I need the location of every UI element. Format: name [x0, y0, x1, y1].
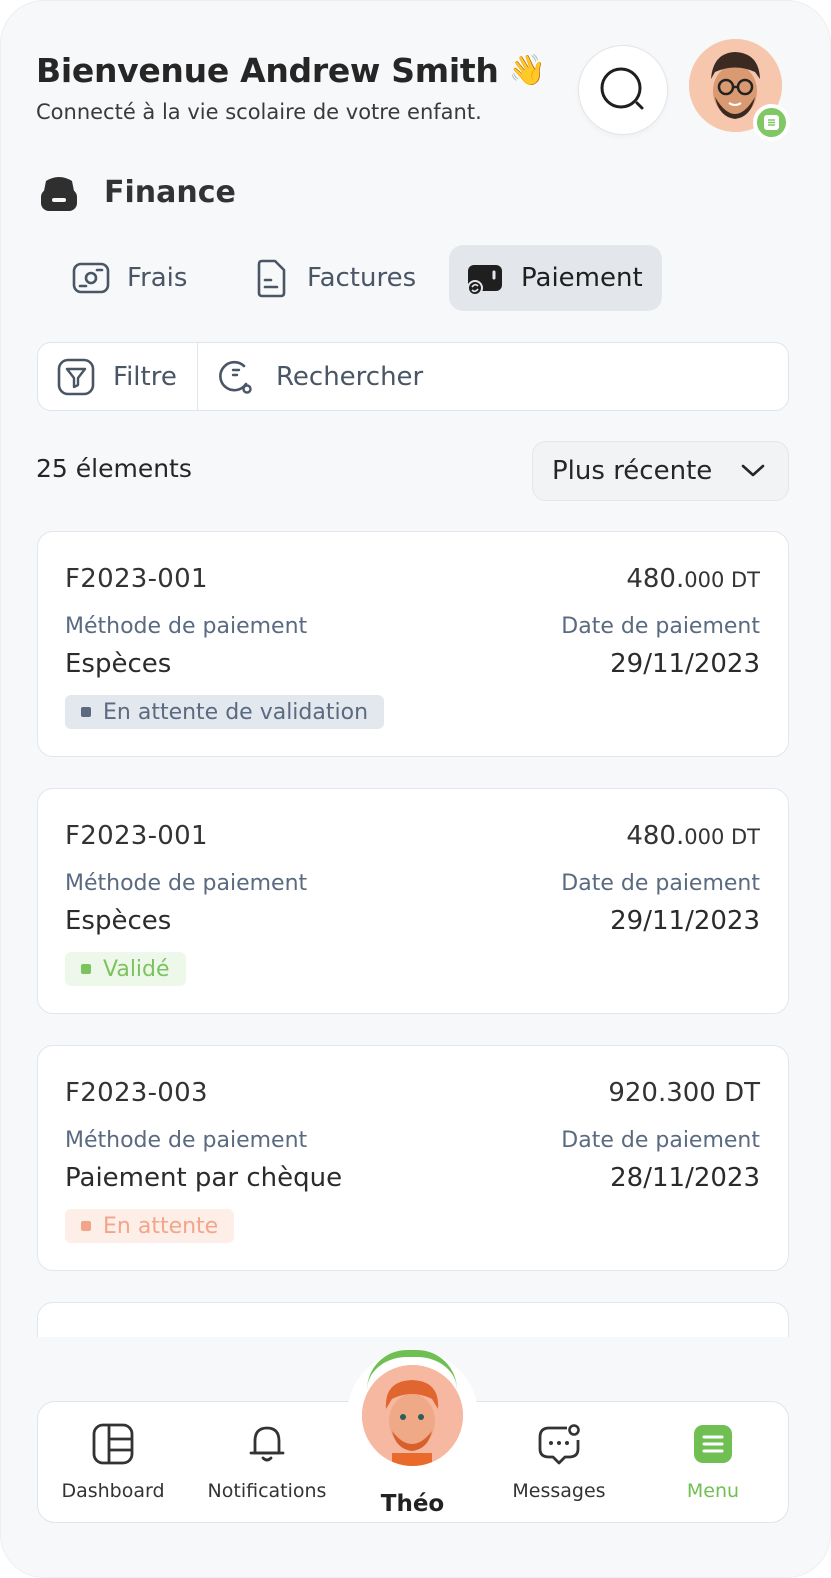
nav-dashboard-label: Dashboard: [61, 1480, 165, 1502]
menu-badge-icon: [753, 104, 790, 141]
search-placeholder: Rechercher: [276, 361, 424, 392]
nav-dashboard[interactable]: Dashboard: [38, 1402, 188, 1524]
greeting-block: Bienvenue Andrew Smith 👋 Connecté à la v…: [36, 51, 546, 124]
payment-card[interactable]: F2023-001 480.000 DT Méthode de paiement…: [37, 531, 789, 757]
status-text: En attente: [103, 1213, 219, 1239]
section-header: Finance: [38, 171, 236, 213]
nav-notifications-label: Notifications: [207, 1480, 327, 1502]
date-label: Date de paiement: [561, 871, 760, 896]
payment-card[interactable]: F2023-001 480.000 DT Méthode de paiement…: [37, 788, 789, 1014]
bell-icon: [249, 1426, 285, 1462]
payment-date: 28/11/2023: [610, 1163, 760, 1193]
app-screen: Bienvenue Andrew Smith 👋 Connecté à la v…: [0, 0, 831, 1578]
payment-method: Espèces: [65, 906, 172, 936]
search-button[interactable]: [578, 45, 668, 135]
search-input[interactable]: Rechercher: [198, 358, 423, 396]
nav-messages-label: Messages: [512, 1480, 606, 1502]
payment-date: 29/11/2023: [610, 906, 760, 936]
payment-amount: 920.300 DT: [608, 1078, 760, 1108]
child-name: Théo: [380, 1491, 445, 1517]
status-text: En attente de validation: [103, 699, 369, 725]
payment-card[interactable]: F2023-003 920.300 DT Méthode de paiement…: [37, 1045, 789, 1271]
status-badge: Validé: [65, 952, 186, 986]
waving-hand-icon: 👋: [508, 53, 546, 88]
payment-ref: F2023-003: [65, 1078, 208, 1108]
greeting-subtitle: Connecté à la vie scolaire de votre enfa…: [36, 100, 482, 124]
status-dot: [81, 707, 91, 717]
menu-icon: [694, 1425, 732, 1463]
items-count: 25 élements: [36, 454, 192, 483]
section-title: Finance: [104, 174, 236, 210]
payment-list: F2023-001 480.000 DT Méthode de paiement…: [37, 531, 789, 1337]
bag-icon: [41, 177, 77, 211]
payment-ref: F2023-001: [65, 821, 208, 851]
nav-notifications[interactable]: Notifications: [192, 1402, 342, 1524]
message-icon: [538, 1424, 580, 1465]
filter-label: Filtre: [113, 361, 177, 392]
payment-ref: F2023-001: [65, 564, 208, 594]
search-refresh-icon: [219, 360, 252, 394]
status-dot: [81, 964, 91, 974]
payment-card-partial[interactable]: [37, 1302, 789, 1337]
filter-button[interactable]: Filtre: [38, 343, 198, 410]
method-label: Méthode de paiement: [65, 1128, 308, 1153]
payment-method: Espèces: [65, 649, 172, 679]
date-label: Date de paiement: [561, 614, 760, 639]
wallet-icon: [72, 262, 110, 294]
tab-frais-label: Frais: [127, 263, 188, 293]
child-selector[interactable]: [347, 1350, 478, 1481]
tab-factures[interactable]: Factures: [235, 245, 432, 311]
tab-paiement-label: Paiement: [521, 263, 643, 293]
payment-amount: 480.000 DT: [626, 564, 760, 594]
greeting-title: Bienvenue Andrew Smith 👋: [36, 51, 546, 90]
nav-messages[interactable]: Messages: [484, 1402, 634, 1524]
tab-frais[interactable]: Frais: [55, 245, 203, 311]
status-badge: En attente: [65, 1209, 235, 1243]
method-label: Méthode de paiement: [65, 871, 308, 896]
document-icon: [257, 259, 286, 298]
filter-icon: [57, 358, 95, 395]
sort-dropdown[interactable]: Plus récente: [532, 441, 789, 501]
payment-method: Paiement par chèque: [65, 1163, 343, 1193]
date-label: Date de paiement: [561, 1128, 760, 1153]
payment-amount: 480.000 DT: [626, 821, 760, 851]
method-label: Méthode de paiement: [65, 614, 308, 639]
search-icon: [600, 67, 644, 110]
dashboard-icon: [92, 1423, 134, 1465]
payment-date: 29/11/2023: [610, 649, 760, 679]
child-avatar: [362, 1365, 463, 1466]
greeting-text: Bienvenue Andrew Smith: [36, 51, 499, 90]
status-dot: [81, 1221, 91, 1231]
payment-icon: [467, 265, 502, 296]
filter-search-bar: Filtre Rechercher: [37, 342, 789, 411]
sort-label: Plus récente: [552, 456, 713, 486]
nav-menu[interactable]: Menu: [638, 1402, 788, 1524]
status-badge: En attente de validation: [65, 695, 385, 729]
tab-factures-label: Factures: [307, 263, 417, 293]
status-text: Validé: [103, 956, 170, 982]
nav-menu-label: Menu: [686, 1480, 740, 1502]
chevron-down-icon: [741, 464, 765, 477]
tab-paiement[interactable]: Paiement: [449, 245, 662, 311]
child-avatar-illustration: [362, 1365, 463, 1466]
